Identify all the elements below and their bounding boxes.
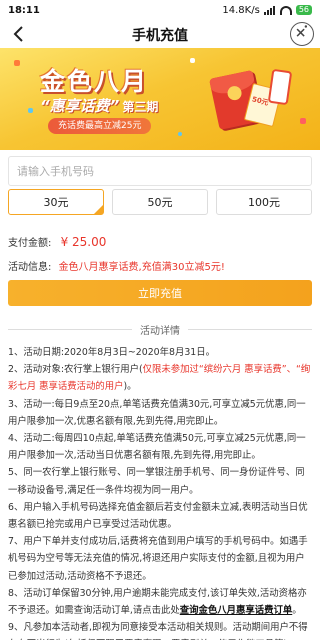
rule-text: 2、活动对象:农行掌上银行用户(	[8, 364, 143, 376]
activity-rules: 1、活动日期:2020年8月3日~2020年8月31日。 2、活动对象:农行掌上…	[8, 344, 312, 640]
rule-item: 1、活动日期:2020年8月3日~2020年8月31日。	[8, 347, 216, 358]
amount-option-50[interactable]: 50元	[112, 189, 208, 215]
query-order-link[interactable]: 查询金色八月惠享话费订单	[180, 605, 293, 616]
wifi-icon	[279, 5, 292, 15]
phone-number-input[interactable]	[9, 157, 311, 185]
rule-item: 8、活动订单保留30分钟,用户逾期未能完成支付,该订单失效,活动资格亦不予退还。…	[8, 585, 312, 619]
rule-item: 7、用户下单并支付成功后,话费将充值到用户填写的手机号码中。如遇手机号码为空号等…	[8, 536, 308, 582]
confetti-decoration	[28, 108, 33, 113]
signal-icon	[263, 5, 276, 15]
status-indicators: 14.8K/s 56	[222, 5, 312, 16]
promo-banner[interactable]: 金色八月 “惠享话费” 第三期 充话费最高立减25元 50元	[0, 48, 320, 150]
status-time: 18:11	[8, 4, 40, 16]
amount-option-30[interactable]: 30元	[8, 189, 104, 215]
confetti-decoration	[178, 132, 182, 136]
nav-bar: 手机充值	[0, 20, 320, 48]
banner-subtitle-text: “惠享话费”	[40, 97, 120, 115]
phone-icon	[267, 68, 293, 106]
confetti-decoration	[14, 60, 20, 66]
details-title: 活动详情	[140, 325, 180, 337]
status-bar: 18:11 14.8K/s 56	[0, 0, 320, 20]
charge-now-button[interactable]: 立即充值	[8, 280, 312, 306]
payment-value: ¥ 25.00	[60, 235, 107, 249]
battery-icon: 56	[295, 5, 312, 15]
banner-title: 金色八月	[40, 67, 149, 96]
banner-offer-pill: 充话费最高立减25元	[48, 118, 152, 134]
divider-line	[188, 328, 312, 330]
close-button[interactable]	[290, 22, 314, 46]
rule-item: 2、活动对象:农行掌上银行用户(仅限未参加过“缤纷六月 惠享话费”、“绚彩七月 …	[8, 361, 312, 395]
rule-item: 6、用户输入手机号码选择充值金额后若支付金额未立减,表明活动当日优惠名额已抢完或…	[8, 501, 308, 531]
payment-row: 支付金额: ¥ 25.00	[8, 234, 106, 249]
amount-options: 30元 50元 100元	[8, 189, 312, 215]
confetti-decoration	[190, 58, 195, 63]
rule-text: )。	[123, 381, 137, 393]
details-heading: 活动详情	[8, 322, 312, 337]
rule-text: 。	[292, 605, 302, 617]
activity-label: 活动信息:	[8, 262, 52, 273]
activity-row: 活动信息: 金色八月惠享话费,充值满30立减5元!	[8, 258, 225, 273]
rule-item: 5、同一农行掌上银行账号、同一掌银注册手机号、同一身份证件号、同一移动设备号,满…	[8, 467, 305, 496]
amount-option-100[interactable]: 100元	[216, 189, 312, 215]
payment-label: 支付金额:	[8, 238, 52, 249]
confetti-decoration	[300, 118, 306, 124]
phone-input-wrapper	[8, 156, 312, 186]
rule-item: 9、凡参加本活动者,即视为同意接受本活动相关规则。活动期间用户不得存在不当行为(…	[8, 622, 308, 640]
banner-subtitle: “惠享话费” 第三期	[40, 95, 158, 116]
close-icon	[296, 25, 308, 37]
page-title: 手机充值	[132, 28, 188, 44]
rule-item: 3、活动一:每日9点至20点,单笔话费充值满30元,可享立减5元优惠,同一用户限…	[8, 398, 306, 427]
network-speed: 14.8K/s	[222, 4, 260, 16]
rule-item: 4、活动二:每周四10点起,单笔话费充值满50元,可享立减25元优惠,同一用户限…	[8, 433, 306, 462]
divider-line	[8, 328, 132, 330]
activity-value: 金色八月惠享话费,充值满30立减5元!	[58, 262, 225, 273]
coupon-text: 50元	[251, 95, 270, 108]
banner-period: 第三期	[122, 100, 159, 114]
